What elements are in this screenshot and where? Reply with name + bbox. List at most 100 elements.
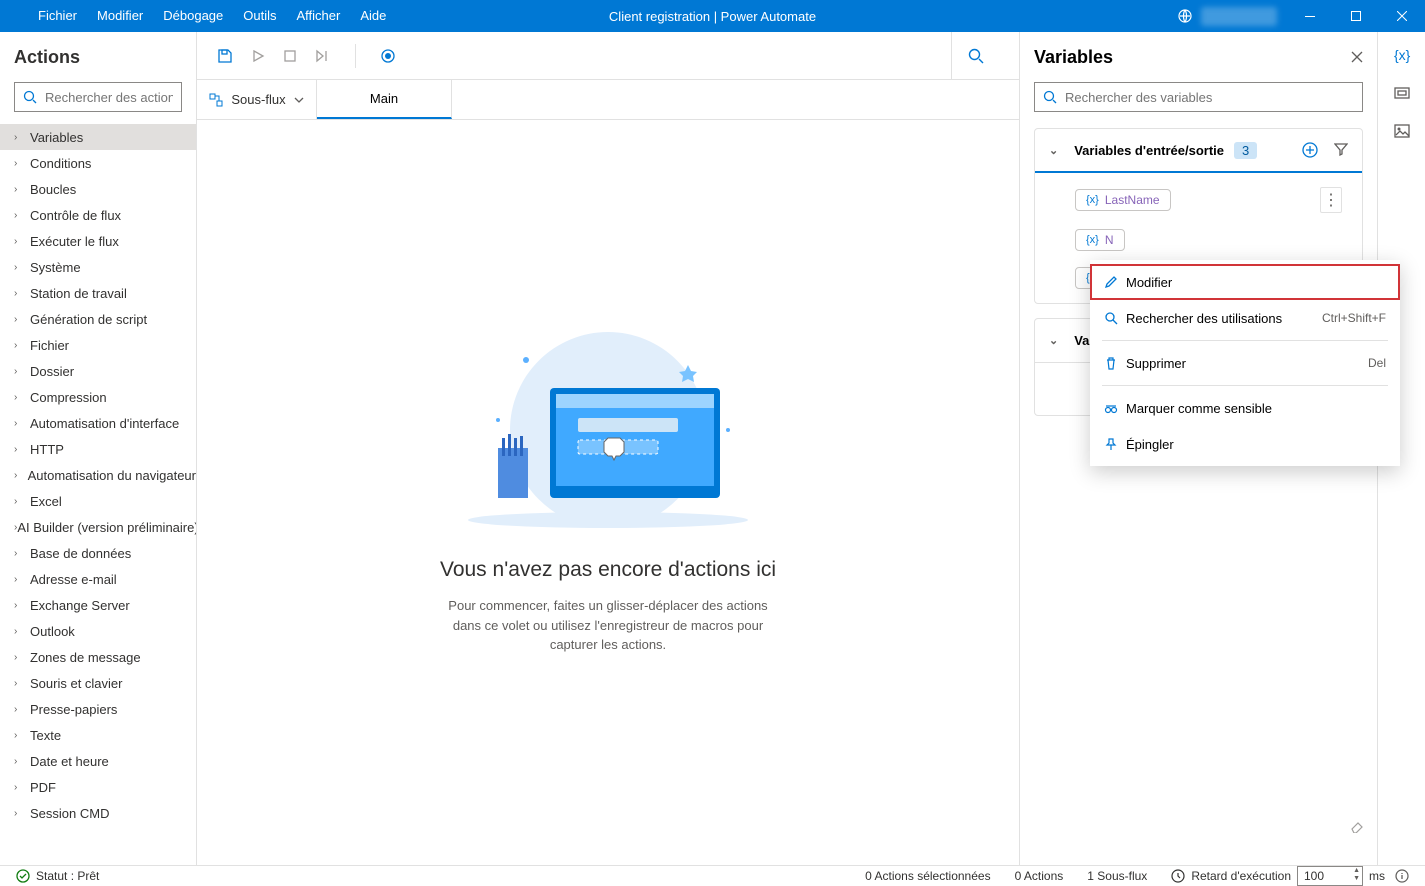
ctx-sensitive[interactable]: Marquer comme sensible [1090,390,1400,426]
svg-text:{x}: {x} [1394,47,1411,63]
action-category[interactable]: ›Adresse e-mail [0,566,196,592]
action-category[interactable]: ›Presse-papiers [0,696,196,722]
status-selected-actions: 0 Actions sélectionnées [865,869,990,883]
images-button[interactable] [1393,122,1411,140]
chevron-down-icon: ⌄ [1049,334,1058,347]
empty-state-illustration [458,330,758,530]
ui-elements-button[interactable] [1393,84,1411,102]
actions-panel: Actions ›Variables›Conditions›Boucles›Co… [0,32,197,865]
variables-pane-button[interactable]: {x} [1393,46,1411,64]
close-button[interactable] [1379,0,1425,32]
incognito-icon [1104,401,1126,415]
action-category[interactable]: ›Boucles [0,176,196,202]
tab-bar: Sous-flux Main [197,80,1019,120]
tab-main[interactable]: Main [317,80,452,119]
action-category[interactable]: ›Automatisation d'interface [0,410,196,436]
action-category[interactable]: ›HTTP [0,436,196,462]
ctx-find-usages[interactable]: Rechercher des utilisations Ctrl+Shift+F [1090,300,1400,336]
search-icon [1043,90,1057,104]
subflows-dropdown[interactable]: Sous-flux [197,80,317,119]
record-button[interactable] [380,48,396,64]
variable-row[interactable]: {x}N [1075,229,1348,251]
variable-more-button[interactable]: ⋮ [1320,187,1342,213]
action-category[interactable]: ›Session CMD [0,800,196,826]
variables-panel: Variables ⌄ Variables d'entrée/sortie 3 … [1019,32,1377,865]
action-category[interactable]: ›AI Builder (version préliminaire) [0,514,196,540]
action-category[interactable]: ›Souris et clavier [0,670,196,696]
info-icon[interactable] [1395,869,1409,883]
ctx-pin[interactable]: Épingler [1090,426,1400,462]
variables-search[interactable] [1034,82,1363,112]
action-category[interactable]: ›Exécuter le flux [0,228,196,254]
subflow-icon [209,93,223,107]
action-category[interactable]: ›Station de travail [0,280,196,306]
run-button[interactable] [251,49,265,63]
action-category[interactable]: ›Compression [0,384,196,410]
action-category[interactable]: ›Outlook [0,618,196,644]
action-category[interactable]: ›Conditions [0,150,196,176]
app-menu: Fichier Modifier Débogage Outils Affiche… [0,0,396,32]
action-category[interactable]: ›Système [0,254,196,280]
maximize-button[interactable] [1333,0,1379,32]
variables-search-input[interactable] [1065,90,1354,105]
environment-icon [1177,8,1193,24]
status-actions-count: 0 Actions [1015,869,1064,883]
title-bar: Fichier Modifier Débogage Outils Affiche… [0,0,1425,32]
action-category[interactable]: ›Génération de script [0,306,196,332]
edit-icon [1104,275,1126,289]
delay-input[interactable]: 100 ▲▼ [1297,866,1363,886]
actions-search[interactable] [14,82,182,112]
save-button[interactable] [217,48,233,64]
action-category[interactable]: ›Dossier [0,358,196,384]
chevron-down-icon: ⌄ [1049,144,1058,157]
menu-help[interactable]: Aide [350,0,396,32]
ctx-modify[interactable]: Modifier [1090,264,1400,300]
menu-view[interactable]: Afficher [287,0,351,32]
action-category[interactable]: ›Automatisation du navigateur [0,462,196,488]
pin-icon [1104,437,1126,451]
variables-close-button[interactable] [1351,51,1363,63]
menu-debug[interactable]: Débogage [153,0,233,32]
status-subflows-count: 1 Sous-flux [1087,869,1147,883]
variables-title: Variables [1034,47,1113,68]
toolbar [197,32,1019,80]
variable-chip[interactable]: {x}LastName [1075,189,1171,211]
action-category[interactable]: ›PDF [0,774,196,800]
minimize-button[interactable] [1287,0,1333,32]
menu-file[interactable]: Fichier [28,0,87,32]
action-category[interactable]: ›Zones de message [0,644,196,670]
environment-label[interactable] [1201,7,1277,26]
menu-tools[interactable]: Outils [233,0,286,32]
step-button[interactable] [315,49,331,63]
stop-button[interactable] [283,49,297,63]
actions-search-input[interactable] [45,90,173,105]
search-icon [23,90,37,104]
actions-title: Actions [0,32,196,82]
flow-canvas[interactable]: Vous n'avez pas encore d'actions ici Pou… [197,120,1019,865]
actions-tree[interactable]: ›Variables›Conditions›Boucles›Contrôle d… [0,124,196,865]
action-category[interactable]: ›Contrôle de flux [0,202,196,228]
variable-chip[interactable]: {x}N [1075,229,1125,251]
ctx-delete[interactable]: Supprimer Del [1090,345,1400,381]
action-category[interactable]: ›Base de données [0,540,196,566]
action-category[interactable]: ›Date et heure [0,748,196,774]
empty-state-text: Pour commencer, faites un glisser-déplac… [448,596,768,655]
search-icon [968,48,984,64]
action-category[interactable]: ›Texte [0,722,196,748]
eraser-icon[interactable] [1349,817,1365,833]
io-variables-header[interactable]: ⌄ Variables d'entrée/sortie 3 [1035,129,1362,173]
variable-context-menu: Modifier Rechercher des utilisations Ctr… [1090,260,1400,466]
action-category[interactable]: ›Excel [0,488,196,514]
designer-area: Sous-flux Main [197,32,1019,865]
menu-edit[interactable]: Modifier [87,0,153,32]
io-variables-count: 3 [1234,142,1257,159]
status-bar: Statut : Prêt 0 Actions sélectionnées 0 … [0,865,1425,885]
filter-button[interactable] [1334,142,1348,158]
canvas-search-button[interactable] [951,32,999,80]
add-variable-button[interactable] [1302,142,1318,158]
window-title: Client registration | Power Automate [609,9,816,24]
action-category[interactable]: ›Variables [0,124,196,150]
variable-row[interactable]: {x}LastName ⋮ [1075,187,1348,213]
action-category[interactable]: ›Fichier [0,332,196,358]
action-category[interactable]: ›Exchange Server [0,592,196,618]
